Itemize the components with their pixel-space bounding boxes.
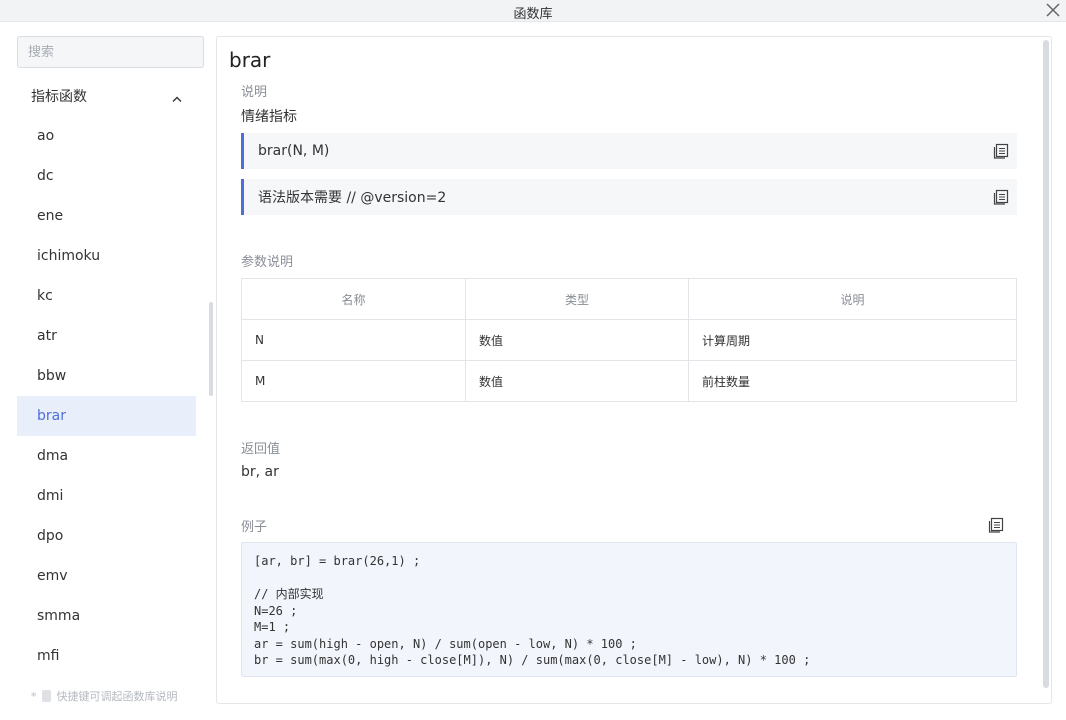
group-label: 指标函数 [31,89,87,105]
sidebar-item-ao[interactable]: ao [17,116,196,156]
search-input[interactable] [17,36,204,68]
function-sidebar: 指标函数 aodceneichimokukcatrbbwbrardmadmidp… [0,22,214,720]
chevron-up-icon [172,87,182,106]
example-label: 例子 [241,520,268,535]
sidebar-item-bbw[interactable]: bbw [17,356,196,396]
sidebar-item-dmi[interactable]: dmi [17,476,196,516]
description-label: 说明 [241,85,268,100]
table-header-row: 名称 类型 说明 [241,278,1017,320]
table-cell: 数值 [465,319,689,361]
sidebar-scrollbar[interactable] [209,302,213,396]
window-title: 函数库 [513,7,553,22]
table-cell: 计算周期 [688,319,1017,361]
version-line: 语法版本需要 // @version=2 [241,179,1017,215]
sidebar-item-dc[interactable]: dc [17,156,196,196]
version-text: 语法版本需要 // @version=2 [258,190,447,206]
return-value: br, ar [241,464,279,480]
sidebar-item-mfi[interactable]: mfi [17,636,196,676]
description-text: 情绪指标 [241,109,297,125]
table-row: M 数值 前柱数量 [241,360,1017,402]
sidebar-item-ichimoku[interactable]: ichimoku [17,236,196,276]
column-header: 类型 [465,278,689,320]
function-list: ao dc ene ichimoku kc atr bbw brar dma dmi dpo emv s… [17,116,196,676]
sidebar-item-brar[interactable]: brar [17,396,196,436]
copy-icon[interactable] [987,516,1005,534]
table-cell: 前柱数量 [688,360,1017,402]
table-row: N 数值 计算周期 [241,319,1017,361]
params-table: 名称 类型 说明 N 数值 计算周期 M 数值 前柱数量 [241,278,1017,402]
table-cell: 数值 [465,360,689,402]
sidebar-item-emv[interactable]: emv [17,556,196,596]
copy-icon[interactable] [992,188,1010,206]
table-cell: M [241,360,466,402]
title-bar: 函数库 [0,0,1066,22]
signature-text: brar(N, M) [258,143,330,159]
detail-scrollbar[interactable] [1043,40,1049,688]
signature-line: brar(N, M) [241,133,1017,169]
group-header-indicator-functions[interactable]: 指标函数 [17,80,196,112]
column-header: 说明 [688,278,1017,320]
sidebar-item-dpo[interactable]: dpo [17,516,196,556]
return-label: 返回值 [241,442,281,457]
sidebar-item-atr[interactable]: atr [17,316,196,356]
column-header: 名称 [241,278,466,320]
sidebar-item-ene[interactable]: ene [17,196,196,236]
sidebar-item-dma[interactable]: dma [17,436,196,476]
function-name: brar [229,48,271,72]
hint-text: 快捷键可调起函数库说明 [56,690,178,703]
copy-icon[interactable] [992,142,1010,160]
hint-asterisk: * [31,690,37,703]
sidebar-item-smma[interactable]: smma [17,596,196,636]
key-icon [42,690,51,702]
shortcut-hint: * 快捷键可调起函数库说明 [31,688,178,704]
example-code-block[interactable]: [ar, br] = brar(26,1) ; // 内部实现 N=26 ; M… [241,542,1017,677]
close-icon[interactable] [1044,0,1062,20]
sidebar-item-kc[interactable]: kc [17,276,196,316]
table-cell: N [241,319,466,361]
params-label: 参数说明 [241,255,294,270]
